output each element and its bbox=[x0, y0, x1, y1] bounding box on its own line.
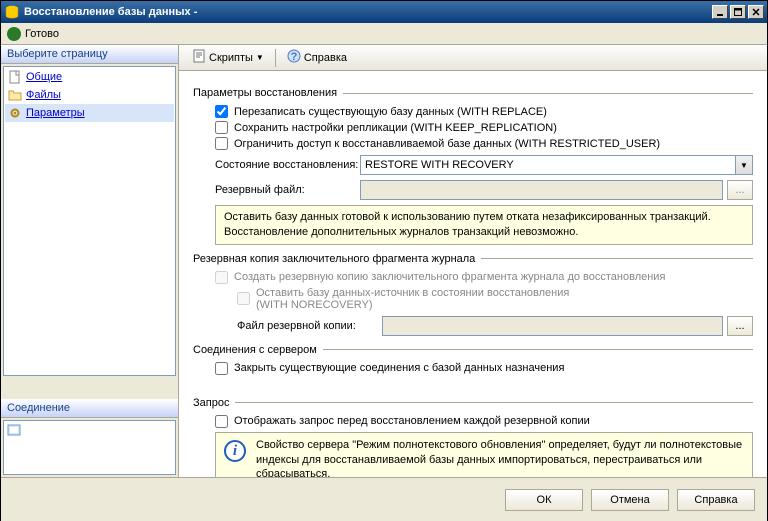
maximize-button[interactable] bbox=[730, 5, 746, 19]
overwrite-checkbox[interactable] bbox=[215, 105, 228, 118]
sidebar-item-label: Файлы bbox=[26, 89, 61, 101]
browse-backup-button[interactable]: ... bbox=[727, 316, 753, 336]
prompt-before-label: Отображать запрос перед восстановлением … bbox=[234, 415, 590, 427]
sidebar-item-label: Параметры bbox=[26, 107, 85, 119]
prompt-info-box: i Свойство сервера "Режим полнотекстовог… bbox=[215, 432, 753, 477]
sidebar-item-options[interactable]: Параметры bbox=[5, 104, 174, 122]
help-button[interactable]: ? Справка bbox=[280, 46, 354, 69]
restricted-label: Ограничить доступ к восстанавливаемой ба… bbox=[234, 138, 660, 150]
prompt-info-text: Свойство сервера "Режим полнотекстового … bbox=[256, 438, 744, 477]
ok-button[interactable]: ОК bbox=[505, 489, 583, 511]
keep-replication-checkbox[interactable] bbox=[215, 121, 228, 134]
tail-backup-label: Создать резервную копию заключительного … bbox=[234, 271, 665, 283]
keep-replication-label: Сохранить настройки репликации (WITH KEE… bbox=[234, 122, 557, 134]
restore-info-text: Оставить базу данных готовой к использов… bbox=[224, 210, 744, 240]
close-conn-checkbox[interactable] bbox=[215, 362, 228, 375]
app-icon bbox=[4, 4, 20, 20]
sidebar-item-label: Общие bbox=[26, 71, 62, 83]
folder-icon bbox=[7, 87, 23, 103]
close-button[interactable] bbox=[748, 5, 764, 19]
recovery-state-row: Состояние восстановления: RESTORE WITH R… bbox=[215, 155, 753, 175]
script-icon bbox=[192, 49, 206, 66]
tail-backup-row: Создать резервную копию заключительного … bbox=[215, 271, 753, 284]
cancel-button[interactable]: Отмена bbox=[591, 489, 669, 511]
titlebar: Восстановление базы данных - bbox=[1, 1, 767, 23]
status-text: Готово bbox=[25, 28, 59, 40]
restricted-row: Ограничить доступ к восстанавливаемой ба… bbox=[215, 137, 753, 150]
overwrite-label: Перезаписать существующую базу данных (W… bbox=[234, 106, 547, 118]
help-icon: ? bbox=[287, 49, 301, 66]
status-ready-icon bbox=[7, 27, 21, 41]
browse-standby-button: ... bbox=[727, 180, 753, 200]
main-panel: Скрипты ▼ ? Справка Параметры восстановл… bbox=[179, 45, 767, 477]
server-icon bbox=[6, 430, 22, 442]
scripts-label: Скрипты bbox=[209, 52, 253, 64]
page-icon bbox=[7, 69, 23, 85]
keep-replication-row: Сохранить настройки репликации (WITH KEE… bbox=[215, 121, 753, 134]
prompt-before-row: Отображать запрос перед восстановлением … bbox=[215, 415, 753, 428]
sidebar-pages-header: Выберите страницу bbox=[1, 45, 178, 64]
leave-source-label: Оставить базу данных-источник в состояни… bbox=[256, 287, 569, 311]
sidebar-page-list: Общие Файлы Параметры bbox=[3, 66, 176, 376]
help-label: Справка bbox=[304, 52, 347, 64]
scripts-button[interactable]: Скрипты ▼ bbox=[185, 46, 271, 69]
standby-label: Резервный файл: bbox=[215, 184, 360, 196]
overwrite-row: Перезаписать существующую базу данных (W… bbox=[215, 105, 753, 118]
backup-file-input bbox=[382, 316, 723, 336]
info-icon: i bbox=[224, 440, 246, 462]
backup-file-label: Файл резервной копии: bbox=[237, 320, 382, 332]
chevron-down-icon[interactable]: ▼ bbox=[735, 156, 752, 174]
status-strip: Готово bbox=[1, 23, 767, 45]
leave-source-row: Оставить базу данных-источник в состояни… bbox=[237, 287, 753, 311]
close-conn-label: Закрыть существующие соединения с базой … bbox=[234, 362, 564, 374]
chevron-down-icon: ▼ bbox=[256, 53, 264, 62]
svg-text:?: ? bbox=[290, 51, 297, 63]
standby-input bbox=[360, 180, 723, 200]
restore-info-box: Оставить базу данных готовой к использов… bbox=[215, 205, 753, 245]
group-server-conn: Соединения с сервером bbox=[193, 344, 753, 356]
group-prompt: Запрос bbox=[193, 397, 753, 409]
tail-backup-checkbox bbox=[215, 271, 228, 284]
sidebar-item-general[interactable]: Общие bbox=[5, 68, 174, 86]
recovery-state-label: Состояние восстановления: bbox=[215, 159, 360, 171]
recovery-state-combo[interactable]: RESTORE WITH RECOVERY ▼ bbox=[360, 155, 753, 175]
restricted-checkbox[interactable] bbox=[215, 137, 228, 150]
backup-file-row: Файл резервной копии: ... bbox=[237, 316, 753, 336]
standby-row: Резервный файл: ... bbox=[215, 180, 753, 200]
group-restore-options: Параметры восстановления bbox=[193, 87, 753, 99]
close-conn-row: Закрыть существующие соединения с базой … bbox=[215, 362, 753, 375]
help-dialog-button[interactable]: Справка bbox=[677, 489, 755, 511]
minimize-button[interactable] bbox=[712, 5, 728, 19]
sidebar: Выберите страницу Общие Файлы Параметры … bbox=[1, 45, 179, 477]
recovery-state-value: RESTORE WITH RECOVERY bbox=[365, 159, 514, 171]
sidebar-conn-header: Соединение bbox=[1, 399, 178, 418]
leave-source-checkbox bbox=[237, 292, 250, 305]
title-text: Восстановление базы данных - bbox=[24, 6, 712, 18]
group-tail-log: Резервная копия заключительного фрагмент… bbox=[193, 253, 753, 265]
content-area: Параметры восстановления Перезаписать су… bbox=[179, 71, 767, 477]
sidebar-item-files[interactable]: Файлы bbox=[5, 86, 174, 104]
sidebar-conn-body bbox=[3, 420, 176, 475]
gear-icon bbox=[7, 105, 23, 121]
toolbar-separator bbox=[275, 49, 276, 67]
button-bar: ОК Отмена Справка bbox=[1, 477, 767, 521]
prompt-before-checkbox[interactable] bbox=[215, 415, 228, 428]
toolbar: Скрипты ▼ ? Справка bbox=[179, 45, 767, 71]
